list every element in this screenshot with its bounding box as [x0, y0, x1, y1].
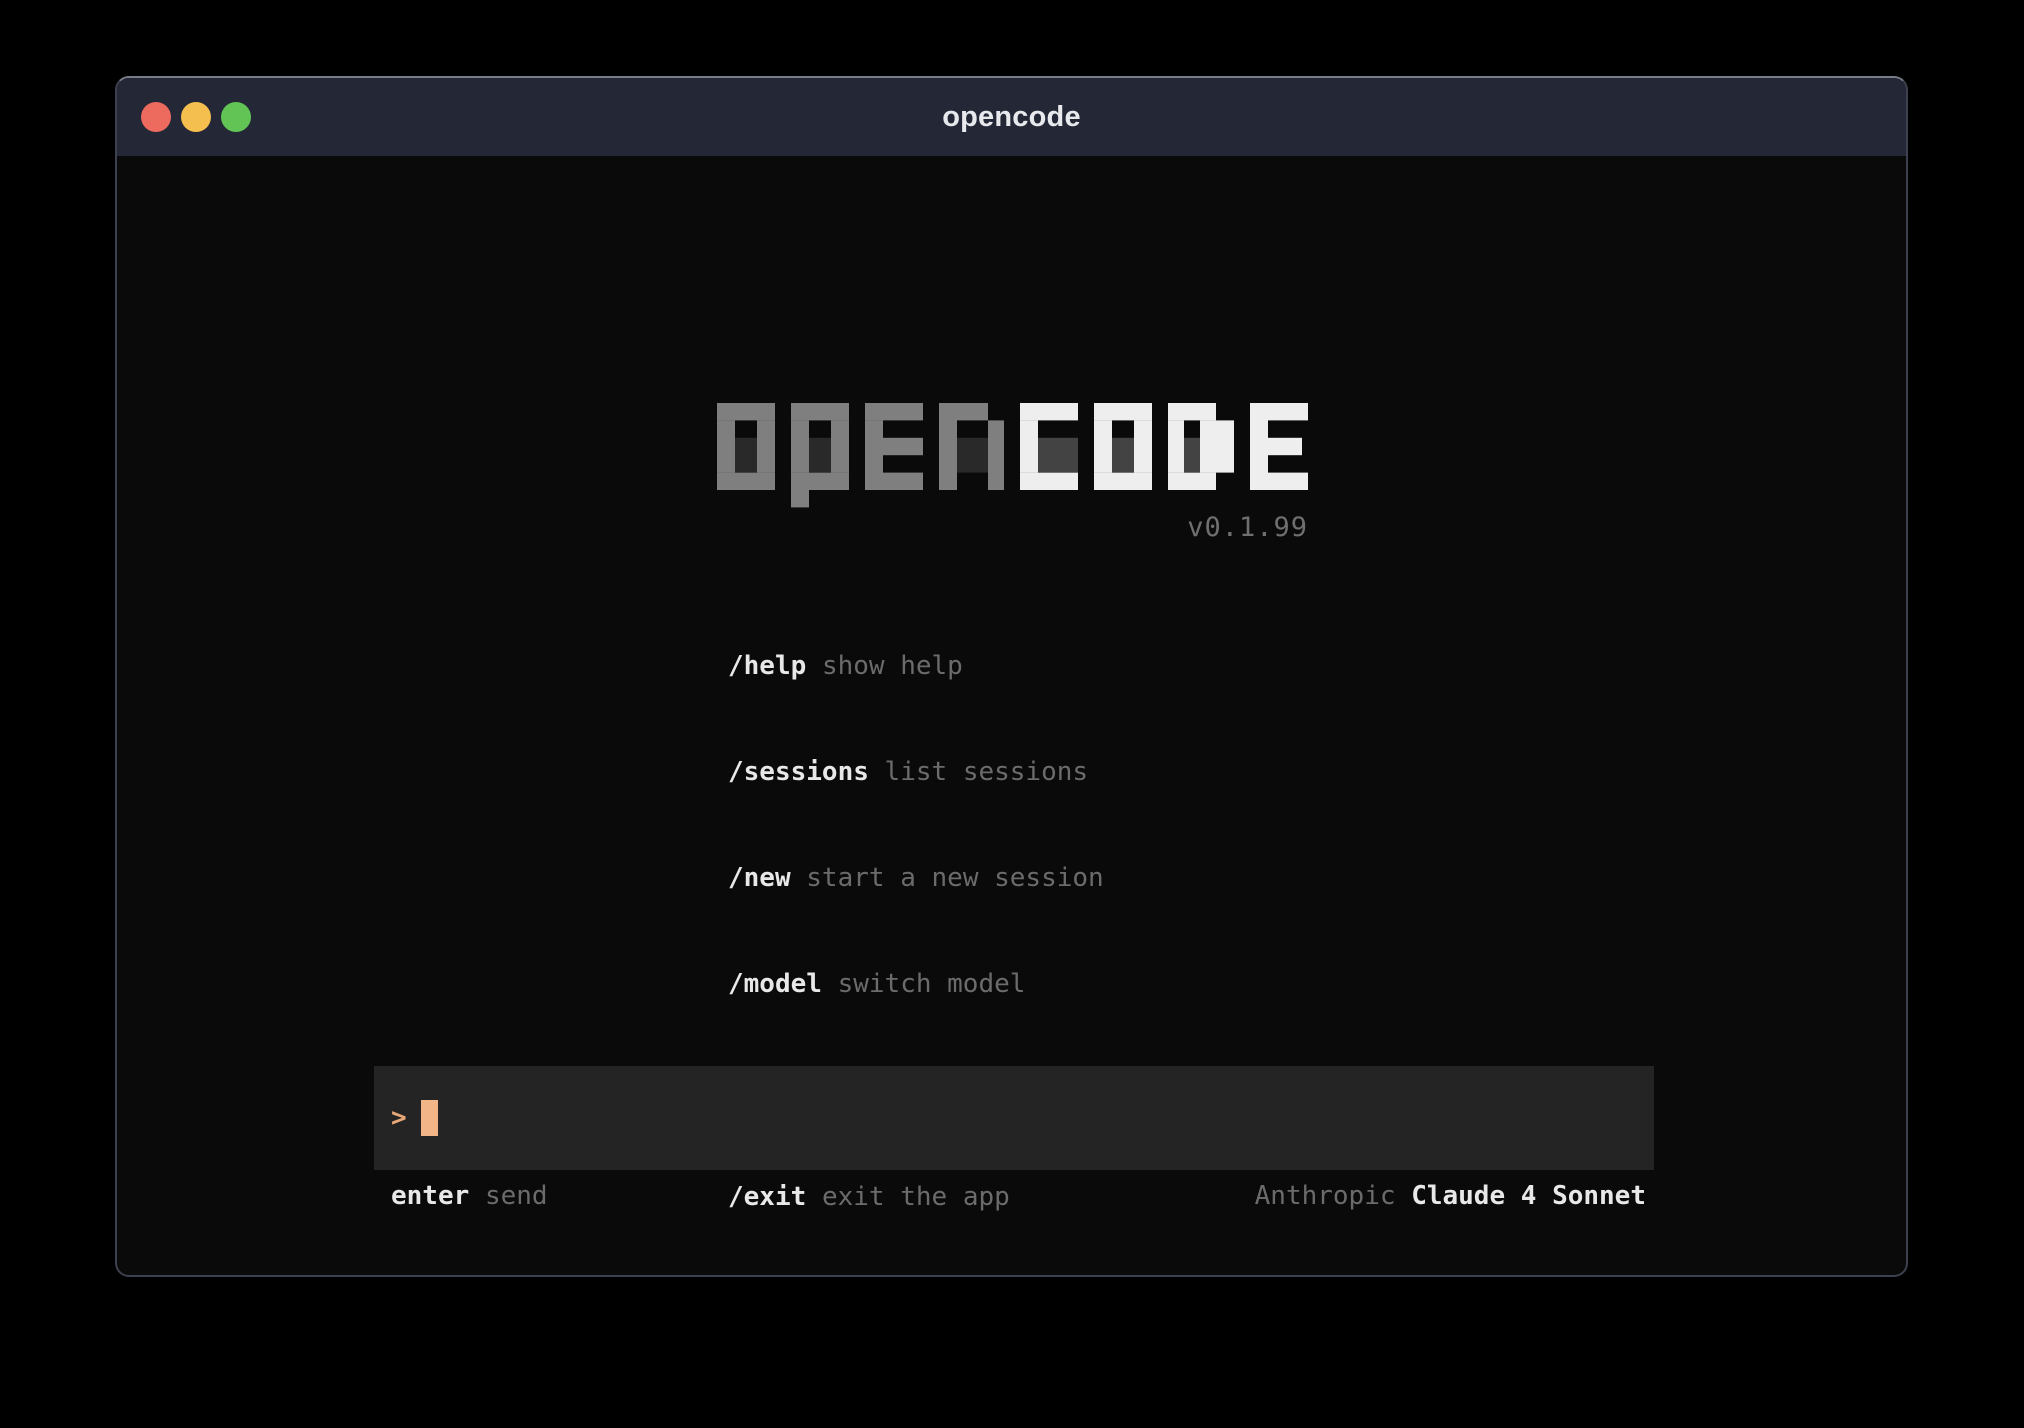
app-window: opencode opencode	[115, 76, 1908, 1277]
command-name: /new	[728, 863, 791, 893]
zoom-button[interactable]	[221, 102, 251, 132]
command-row: /model switch model	[728, 967, 1104, 1002]
command-name: /sessions	[728, 757, 869, 787]
command-name: /model	[728, 969, 822, 999]
window-title: opencode	[117, 101, 1906, 134]
command-row: /new start a new session	[728, 861, 1104, 896]
status-bar: enter send Anthropic Claude 4 Sonnet	[374, 1177, 1654, 1215]
model-name: Claude 4 Sonnet	[1396, 1181, 1646, 1211]
close-button[interactable]	[141, 102, 171, 132]
command-description: switch model	[822, 969, 1026, 999]
command-description: start a new session	[791, 863, 1104, 893]
logo-word-code	[1020, 403, 1308, 490]
command-list: /help show help /sessions list sessions …	[728, 578, 1104, 1277]
key-hint-action: send	[469, 1181, 547, 1211]
traffic-lights	[141, 78, 251, 156]
model-provider: Anthropic	[1255, 1181, 1396, 1211]
prompt-symbol: >	[391, 1103, 407, 1133]
version-label: v0.1.99	[717, 511, 1308, 544]
logo-word-open	[717, 403, 1004, 507]
key-hint: enter send	[391, 1181, 548, 1211]
command-name: /help	[728, 651, 806, 681]
model-indicator: Anthropic Claude 4 Sonnet	[1255, 1181, 1646, 1211]
command-description: list sessions	[869, 757, 1088, 787]
opencode-logo: opencode	[717, 403, 1308, 544]
desktop: { "window": { "title": "opencode" }, "lo…	[0, 0, 2024, 1428]
text-cursor	[421, 1100, 438, 1136]
command-description: show help	[806, 651, 963, 681]
key-hint-key: enter	[391, 1181, 469, 1211]
command-row: /sessions list sessions	[728, 755, 1104, 790]
command-row: /help show help	[728, 649, 1104, 684]
prompt-input[interactable]: >	[374, 1066, 1654, 1170]
minimize-button[interactable]	[181, 102, 211, 132]
opencode-logo-graphic	[717, 403, 1308, 508]
window-titlebar[interactable]: opencode	[117, 78, 1906, 156]
